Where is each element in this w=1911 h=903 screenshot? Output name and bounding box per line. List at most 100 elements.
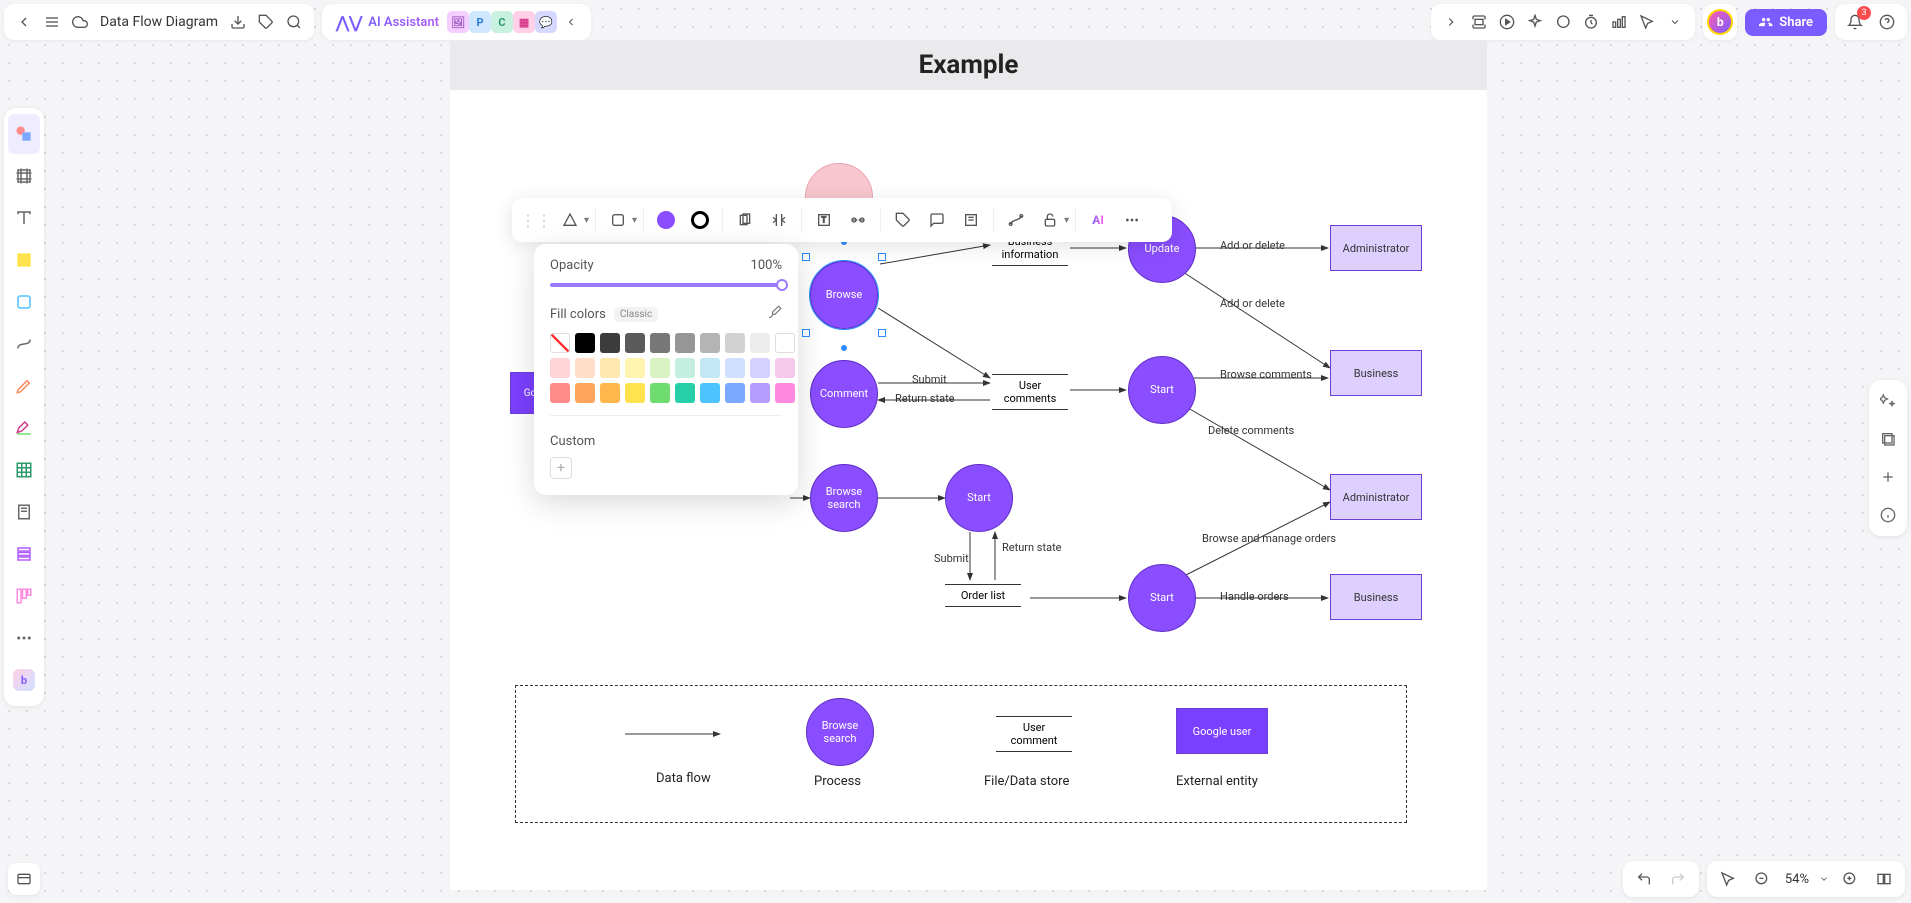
shape-tool[interactable]: [8, 282, 40, 322]
redo-button[interactable]: [1663, 864, 1693, 894]
ai-assistant-label[interactable]: AI Assistant: [368, 15, 439, 30]
connector-tool[interactable]: [8, 324, 40, 364]
color-swatch[interactable]: [550, 358, 570, 378]
menu-button[interactable]: [38, 8, 66, 36]
eyedropper-button[interactable]: [768, 305, 782, 323]
color-swatch[interactable]: [600, 358, 620, 378]
node-browse-selection[interactable]: Browse: [806, 257, 882, 333]
color-swatch[interactable]: [775, 358, 795, 378]
ai-shape-button[interactable]: AI: [1082, 204, 1114, 236]
selection-handle-bl[interactable]: [802, 329, 810, 337]
tag-button[interactable]: [252, 8, 280, 36]
lock-button[interactable]: [1034, 204, 1066, 236]
list-tool[interactable]: [8, 534, 40, 574]
info-tool[interactable]: [1873, 500, 1903, 530]
swap-shape-button[interactable]: [602, 204, 634, 236]
color-swatch[interactable]: [575, 358, 595, 378]
layers-tool[interactable]: [1873, 424, 1903, 454]
color-swatch[interactable]: [750, 383, 770, 403]
color-swatch[interactable]: [625, 358, 645, 378]
expand-button[interactable]: [1437, 8, 1465, 36]
color-swatch[interactable]: [725, 333, 745, 353]
avatar-image[interactable]: 🖼: [447, 11, 469, 33]
node-start-mid[interactable]: Start: [1128, 356, 1196, 424]
classic-pill[interactable]: Classic: [614, 307, 658, 322]
sparkle-button[interactable]: [1521, 8, 1549, 36]
color-swatch[interactable]: [675, 358, 695, 378]
zoom-out-button[interactable]: [1747, 864, 1777, 894]
more-tool[interactable]: [8, 618, 40, 658]
color-swatch[interactable]: [625, 383, 645, 403]
avatar-c[interactable]: C: [491, 11, 513, 33]
templates-tool[interactable]: b: [8, 660, 40, 700]
color-swatch[interactable]: [575, 383, 595, 403]
shape-toolbar[interactable]: ⋮⋮ ▾ ▾ T ▾ AI: [512, 198, 1172, 242]
color-swatch[interactable]: [725, 358, 745, 378]
select-mode-button[interactable]: [1713, 864, 1743, 894]
shapes-tool[interactable]: [8, 114, 40, 154]
note-button[interactable]: [955, 204, 987, 236]
selection-handle-tl[interactable]: [802, 253, 810, 261]
opacity-slider[interactable]: [550, 283, 782, 287]
legend-process-node[interactable]: Browse search: [806, 698, 874, 766]
color-swatch[interactable]: [600, 383, 620, 403]
color-swatch[interactable]: [775, 383, 795, 403]
color-swatch[interactable]: [750, 333, 770, 353]
shape-type-button[interactable]: [554, 204, 586, 236]
node-admin1[interactable]: Administrator: [1330, 225, 1422, 271]
play-button[interactable]: [1493, 8, 1521, 36]
legend-entity-node[interactable]: Google user: [1176, 708, 1268, 754]
color-swatch[interactable]: [550, 333, 570, 353]
avatar-p[interactable]: P: [469, 11, 491, 33]
color-swatch[interactable]: [700, 333, 720, 353]
color-swatch[interactable]: [650, 333, 670, 353]
node-browse[interactable]: Browse: [810, 261, 878, 329]
color-swatch[interactable]: [775, 333, 795, 353]
chart-button[interactable]: [1605, 8, 1633, 36]
color-swatch[interactable]: [725, 383, 745, 403]
node-browse-search[interactable]: Browse search: [810, 464, 878, 532]
comment-shape-button[interactable]: [921, 204, 953, 236]
color-swatch[interactable]: [600, 333, 620, 353]
zoom-percentage[interactable]: 54%: [1781, 872, 1813, 887]
legend-store-node[interactable]: User comment: [996, 716, 1072, 752]
logo-pill[interactable]: b: [1703, 4, 1737, 40]
ai-collapse-button[interactable]: [557, 8, 585, 36]
color-swatch[interactable]: [575, 333, 595, 353]
bottom-left-button[interactable]: [8, 863, 40, 895]
node-business2[interactable]: Business: [1330, 574, 1422, 620]
pen-tool[interactable]: [8, 366, 40, 406]
cloud-sync-icon[interactable]: [66, 8, 94, 36]
more-options-button[interactable]: [1116, 204, 1148, 236]
node-start-orders[interactable]: Start: [1128, 564, 1196, 632]
table-tool[interactable]: [8, 450, 40, 490]
chevron-icon[interactable]: ▾: [632, 215, 637, 226]
cursor-button[interactable]: [1633, 8, 1661, 36]
doc-tool[interactable]: [8, 492, 40, 532]
color-swatch[interactable]: [650, 358, 670, 378]
notification-button[interactable]: 3: [1841, 8, 1869, 36]
text-style-button[interactable]: T: [808, 204, 840, 236]
text-tool[interactable]: [8, 198, 40, 238]
color-swatch[interactable]: [625, 333, 645, 353]
back-button[interactable]: [10, 8, 38, 36]
sticky-tool[interactable]: [8, 240, 40, 280]
node-comment[interactable]: Comment: [810, 360, 878, 428]
color-swatch[interactable]: [700, 358, 720, 378]
download-button[interactable]: [224, 8, 252, 36]
color-swatch[interactable]: [550, 383, 570, 403]
share-button[interactable]: Share: [1745, 9, 1827, 36]
stroke-color-button[interactable]: [684, 204, 716, 236]
fill-color-button[interactable]: [650, 204, 682, 236]
tag-shape-button[interactable]: [887, 204, 919, 236]
color-swatch[interactable]: [700, 383, 720, 403]
undo-button[interactable]: [1629, 864, 1659, 894]
opacity-slider-thumb[interactable]: [776, 279, 788, 291]
color-swatch[interactable]: [650, 383, 670, 403]
highlighter-tool[interactable]: [8, 408, 40, 448]
package-button[interactable]: [1465, 8, 1493, 36]
avatar-grid[interactable]: ▦: [513, 11, 535, 33]
add-tool[interactable]: [1873, 462, 1903, 492]
chat-button[interactable]: [1549, 8, 1577, 36]
zoom-in-button[interactable]: [1835, 864, 1865, 894]
